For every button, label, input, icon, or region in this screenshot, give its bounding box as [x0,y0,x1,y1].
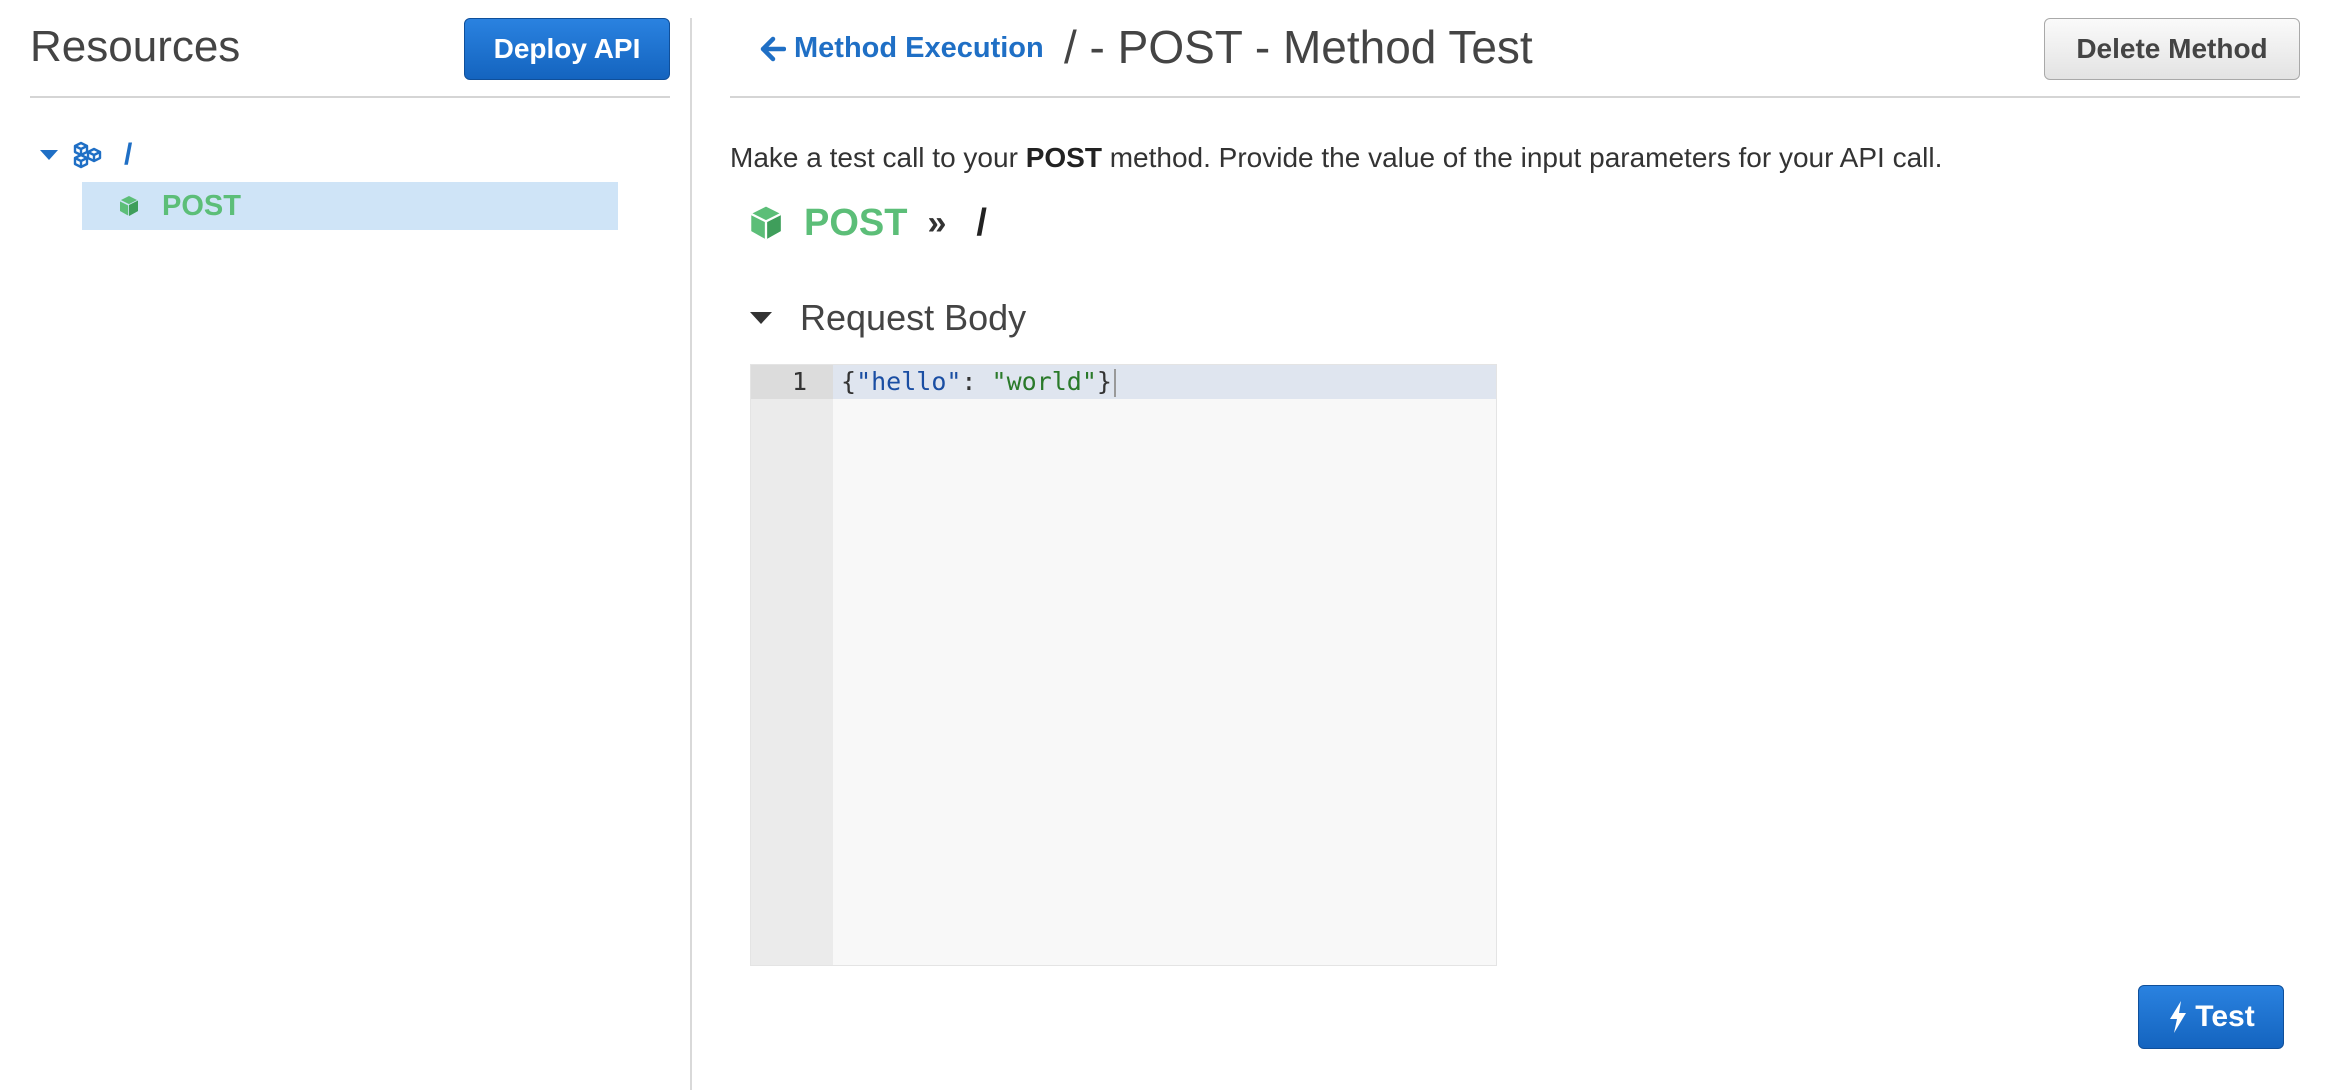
method-execution-link[interactable]: Method Execution [760,32,1044,65]
method-path: POST » / [748,198,987,248]
request-body-toggle[interactable]: Request Body [750,292,1026,344]
resource-tree: / POST [30,130,670,230]
resources-title: Resources [30,22,241,71]
line-number: 1 [791,367,807,396]
method-path-resource: / [976,201,987,244]
resources-panel: Resources Deploy API / POST [0,0,690,1090]
request-body-title: Request Body [800,297,1027,338]
test-button[interactable]: Test [2138,985,2284,1049]
tree-item-root[interactable]: / [30,130,670,180]
method-cube-icon [748,205,784,241]
tree-expand-toggle[interactable] [30,130,64,180]
method-path-verb: POST [804,201,908,244]
panel-divider[interactable] [690,18,692,1090]
caret-down-icon [40,150,58,160]
editor-gutter [751,365,833,965]
code-value: "world" [991,367,1097,396]
method-test-header: Method Execution / - POST - Method Test … [730,18,2300,98]
text-cursor [1113,369,1116,397]
code-colon: : [961,367,992,396]
deploy-api-button[interactable]: Deploy API [464,18,670,80]
caret-down-icon [750,312,772,324]
arrow-left-icon [760,36,786,61]
intro-prefix: Make a test call to your [730,142,1026,173]
tree-item-post-label: POST [162,189,241,222]
tree-item-root-label[interactable]: / [124,138,132,172]
request-body-editor[interactable]: 1 {"hello": "world"} [750,364,1497,966]
delete-method-button[interactable]: Delete Method [2044,18,2300,80]
intro-suffix: method. Provide the value of the input p… [1101,142,1943,173]
code-brace-open: { [841,367,857,396]
intro-text: Make a test call to your POST method. Pr… [730,142,1942,174]
code-key: "hello" [856,367,962,396]
resources-cubes-icon [72,135,112,175]
code-brace-close: } [1096,367,1112,396]
page-title: / - POST - Method Test [1064,21,1533,73]
code-line[interactable]: {"hello": "world"} [841,365,1116,399]
test-button-label: Test [2195,1000,2255,1033]
intro-method: POST [1025,142,1102,173]
method-cube-icon [118,194,142,218]
resources-header: Resources Deploy API [30,18,670,98]
tree-item-post[interactable]: POST [82,182,618,230]
method-test-panel: Method Execution / - POST - Method Test … [730,0,2300,1090]
lightning-bolt-icon [2170,1001,2187,1033]
double-chevron-right-icon: » [927,203,947,242]
method-execution-link-label: Method Execution [794,32,1044,64]
